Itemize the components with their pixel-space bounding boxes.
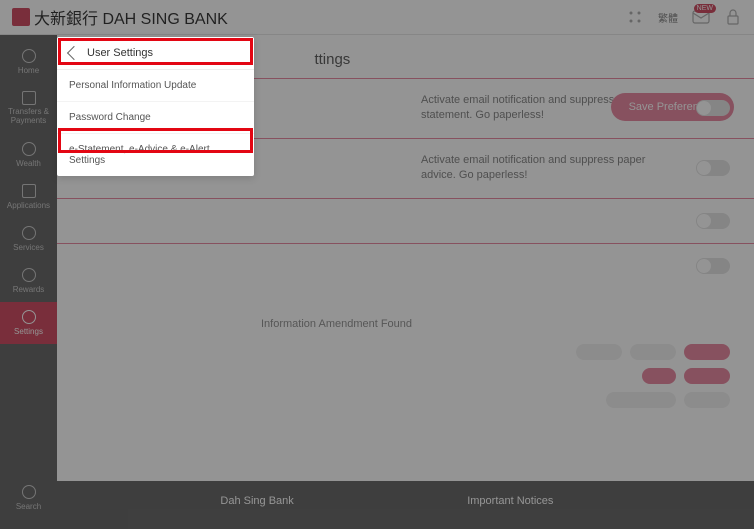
submenu-back[interactable]: User Settings (57, 37, 254, 70)
submenu-title: User Settings (87, 47, 153, 59)
chevron-left-icon (67, 46, 81, 60)
submenu-item-personal-info[interactable]: Personal Information Update (57, 70, 254, 101)
settings-submenu: User Settings Personal Information Updat… (57, 37, 254, 176)
submenu-item-password[interactable]: Password Change (57, 101, 254, 133)
submenu-item-estatement[interactable]: e-Statement, e-Advice & e-Alert Settings (57, 133, 254, 176)
